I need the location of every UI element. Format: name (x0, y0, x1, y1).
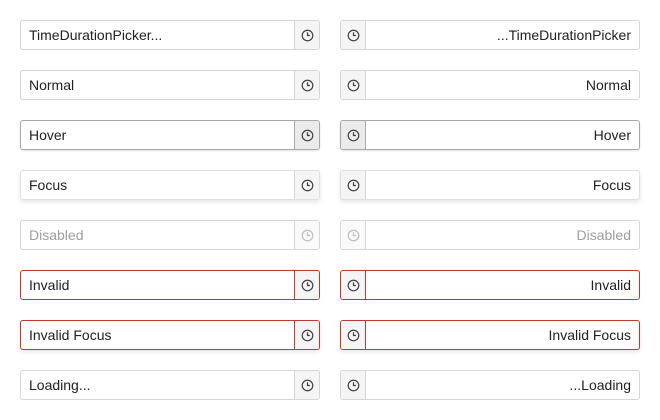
picker-loading-ltr[interactable]: Loading... (20, 370, 320, 400)
picker-value[interactable]: ...Loading (366, 371, 639, 399)
time-duration-picker-rtl[interactable]: ...TimeDurationPicker (340, 20, 640, 50)
picker-toggle-button[interactable] (294, 121, 319, 149)
picker-value: Disabled (29, 227, 84, 243)
picker-invalid-focus-rtl[interactable]: Invalid Focus (340, 320, 640, 350)
clock-icon (347, 279, 359, 291)
picker-focus-ltr[interactable]: Focus (20, 170, 320, 200)
picker-hover-ltr[interactable]: Hover (20, 120, 320, 150)
picker-toggle-button[interactable] (294, 271, 319, 299)
picker-value[interactable]: Invalid (21, 271, 294, 299)
picker-invalid-rtl[interactable]: Invalid (340, 270, 640, 300)
picker-toggle-button[interactable] (294, 171, 319, 199)
picker-disabled-rtl: Disabled (340, 220, 640, 250)
picker-value[interactable]: Normal (21, 71, 294, 99)
clock-icon (347, 29, 359, 41)
time-duration-picker-showcase: TimeDurationPicker... ...TimeDurationPic… (0, 0, 660, 420)
clock-icon (347, 229, 359, 241)
clock-icon (301, 229, 313, 241)
picker-toggle-button[interactable] (294, 371, 319, 399)
picker-loading-rtl[interactable]: ...Loading (340, 370, 640, 400)
picker-hover-rtl[interactable]: Hover (340, 120, 640, 150)
picker-disabled-ltr: Disabled (20, 220, 320, 250)
picker-normal-ltr[interactable]: Normal (20, 70, 320, 100)
picker-value[interactable]: Invalid Focus (21, 321, 294, 349)
picker-value[interactable]: Normal (366, 71, 639, 99)
picker-value[interactable]: Invalid (366, 271, 639, 299)
picker-toggle-button[interactable] (294, 21, 319, 49)
clock-icon (301, 79, 313, 91)
picker-value[interactable]: Hover (21, 121, 294, 149)
picker-toggle-button[interactable] (341, 121, 366, 149)
picker-toggle-button[interactable] (341, 271, 366, 299)
clock-icon (347, 79, 359, 91)
clock-icon (347, 329, 359, 341)
picker-toggle-button[interactable] (341, 371, 366, 399)
time-duration-picker-ltr[interactable]: TimeDurationPicker... (20, 20, 320, 50)
clock-icon (301, 179, 313, 191)
clock-icon (347, 129, 359, 141)
picker-toggle-button[interactable] (341, 21, 366, 49)
picker-toggle-button[interactable] (341, 71, 366, 99)
clock-icon (347, 179, 359, 191)
clock-icon (301, 129, 313, 141)
picker-toggle-button (341, 221, 366, 249)
clock-icon (301, 29, 313, 41)
picker-value[interactable]: Hover (366, 121, 639, 149)
picker-invalid-focus-ltr[interactable]: Invalid Focus (20, 320, 320, 350)
picker-value[interactable]: Focus (366, 171, 639, 199)
picker-toggle-button[interactable] (294, 321, 319, 349)
clock-icon (301, 379, 313, 391)
picker-toggle-button[interactable] (341, 321, 366, 349)
picker-value[interactable]: ...TimeDurationPicker (366, 21, 639, 49)
clock-icon (301, 329, 313, 341)
picker-toggle-button (294, 221, 319, 249)
picker-value: Disabled (576, 227, 631, 243)
picker-value[interactable]: Invalid Focus (366, 321, 639, 349)
picker-toggle-button[interactable] (341, 171, 366, 199)
picker-toggle-button[interactable] (294, 71, 319, 99)
picker-focus-rtl[interactable]: Focus (340, 170, 640, 200)
picker-value[interactable]: Loading... (21, 371, 294, 399)
picker-normal-rtl[interactable]: Normal (340, 70, 640, 100)
clock-icon (301, 279, 313, 291)
picker-invalid-ltr[interactable]: Invalid (20, 270, 320, 300)
picker-value[interactable]: TimeDurationPicker... (21, 21, 294, 49)
clock-icon (347, 379, 359, 391)
picker-value[interactable]: Focus (21, 171, 294, 199)
